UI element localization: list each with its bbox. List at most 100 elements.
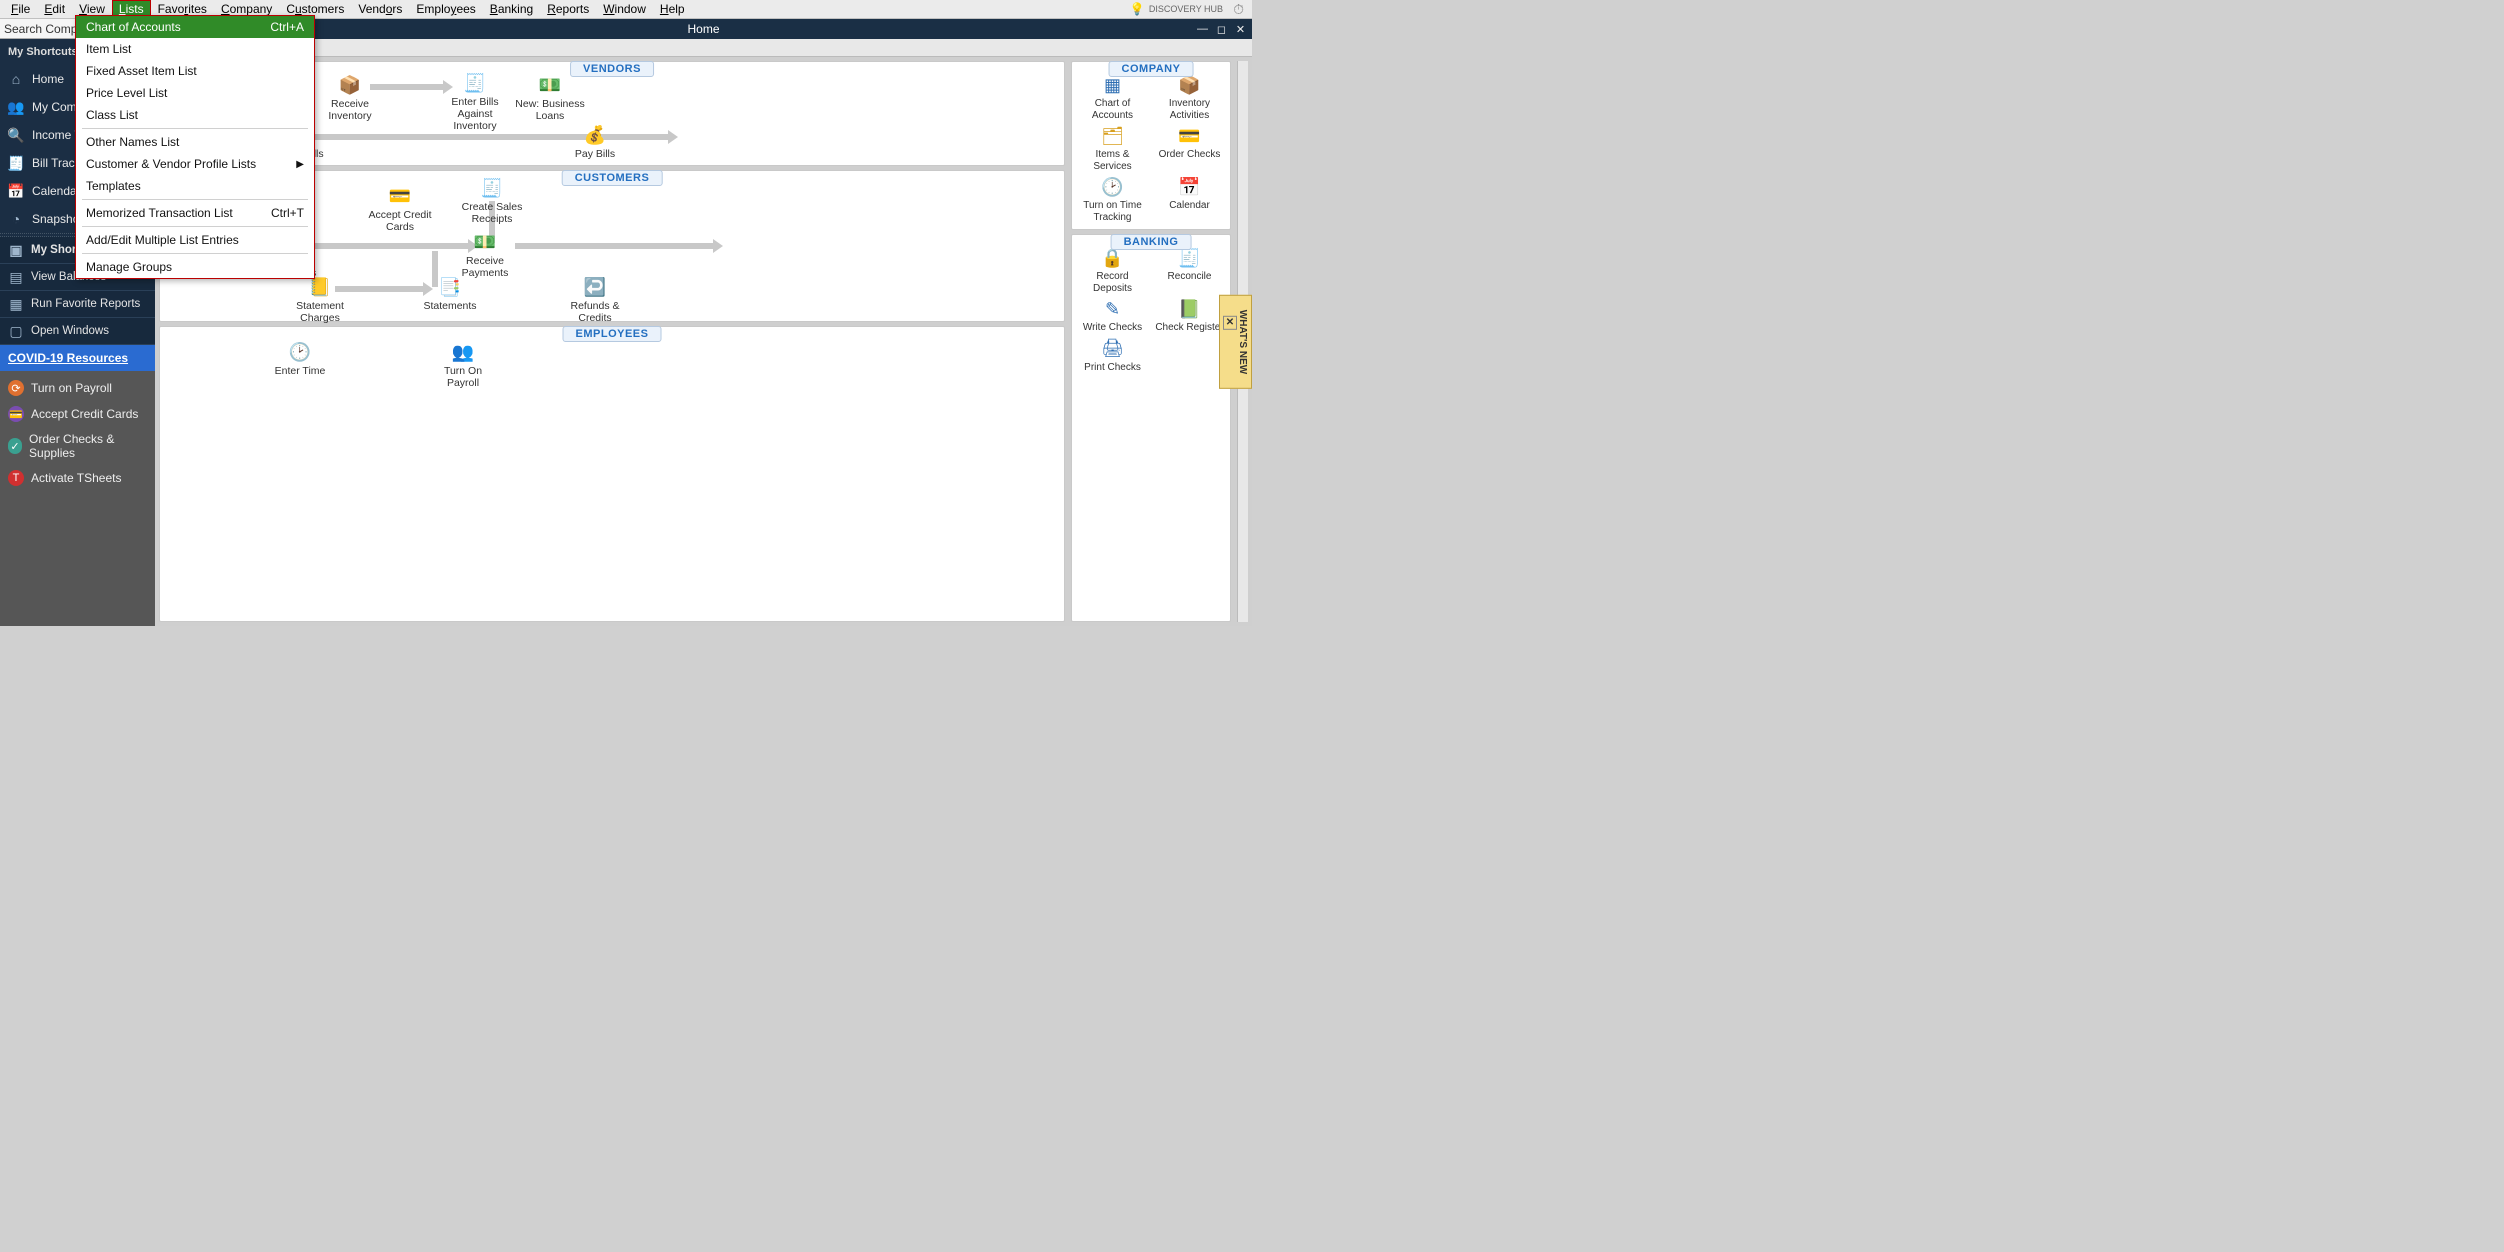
side-item[interactable]: 🕑Turn on Time Tracking — [1076, 176, 1149, 223]
side-item[interactable]: 🧾Reconcile — [1153, 247, 1226, 294]
covid-resources-link[interactable]: COVID-19 Resources — [0, 345, 155, 371]
sidebar-promo-item[interactable]: TActivate TSheets — [0, 465, 155, 491]
side-item[interactable]: ✎Write Checks — [1076, 298, 1149, 334]
sidebar-panel-item[interactable]: ▢ Open Windows — [0, 318, 155, 345]
side-item[interactable]: 🔒Record Deposits — [1076, 247, 1149, 294]
dropdown-item[interactable]: Memorized Transaction ListCtrl+T — [76, 202, 314, 224]
sidebar-icon: ⌂ — [8, 71, 24, 87]
sidebar-promo-item[interactable]: 💳Accept Credit Cards — [0, 401, 155, 427]
minimize-button[interactable]: — — [1195, 23, 1210, 36]
enter-bills-against-inventory-button[interactable]: 🧾Enter Bills Against Inventory — [440, 72, 510, 132]
side-item[interactable]: 📗Check Register — [1153, 298, 1226, 334]
menu-banking[interactable]: Banking — [483, 0, 540, 18]
pay-icon: 💰 — [582, 124, 608, 146]
close-button[interactable]: ✕ — [1233, 23, 1248, 36]
sidebar-panel-label: Run Favorite Reports — [31, 298, 140, 310]
dropdown-item[interactable]: Add/Edit Multiple List Entries — [76, 229, 314, 251]
statement-charges-button[interactable]: 📒Statement Charges — [285, 276, 355, 324]
dropdown-item[interactable]: Item List — [76, 38, 314, 60]
discovery-hub-button[interactable]: 💡 DISCOVERY HUB — [1124, 2, 1229, 16]
side-item-icon: 🕑 — [1100, 176, 1126, 198]
arrow-icon — [515, 243, 715, 249]
side-item-icon: 🔒 — [1100, 247, 1126, 269]
create-sales-receipts-button[interactable]: 🧾Create Sales Receipts — [457, 177, 527, 225]
menu-help[interactable]: Help — [653, 0, 692, 18]
side-item[interactable]: ▦Chart of Accounts — [1076, 74, 1149, 121]
promo-icon: ⟳ — [8, 380, 24, 396]
tab-strip — [155, 39, 1252, 57]
dropdown-item[interactable]: Other Names List — [76, 131, 314, 153]
side-item[interactable]: 📅Calendar — [1153, 176, 1226, 223]
dropdown-item[interactable]: Manage Groups — [76, 256, 314, 278]
sidebar-promo-item[interactable]: ✓Order Checks & Supplies — [0, 427, 155, 465]
side-item[interactable]: 🖨Print Checks — [1076, 338, 1149, 374]
dropdown-item[interactable]: Fixed Asset Item List — [76, 60, 314, 82]
whats-new-close-button[interactable]: ✕ — [1223, 315, 1237, 329]
dropdown-item[interactable]: Class List — [76, 104, 314, 126]
side-item[interactable]: 💳 Order Checks — [1153, 125, 1226, 172]
whats-new-tab[interactable]: WHAT'S NEW ✕ — [1219, 294, 1252, 388]
sidebar-panel-item[interactable]: ▦ Run Favorite Reports — [0, 291, 155, 318]
sidebar-icon: 👥 — [8, 99, 24, 115]
company-panel: COMPANY ▦Chart of Accounts📦Inventory Act… — [1071, 61, 1231, 230]
dropdown-item[interactable]: Price Level List — [76, 82, 314, 104]
sidebar-panel-icon: ▦ — [8, 296, 24, 312]
ledger-icon: 📒 — [307, 276, 333, 298]
credit-card-icon: 💳 — [387, 185, 413, 207]
promo-icon: ✓ — [8, 438, 22, 454]
banking-panel: BANKING 🔒Record Deposits🧾Reconcile✎Write… — [1071, 234, 1231, 622]
pay-bills-button[interactable]: 💰Pay Bills — [560, 124, 630, 160]
sidebar-panel-label: Open Windows — [31, 325, 109, 337]
side-item-icon: 💳 — [1177, 125, 1203, 147]
lists-dropdown: Chart of AccountsCtrl+AItem ListFixed As… — [75, 15, 315, 279]
side-item-label: Record Deposits — [1076, 271, 1149, 294]
sidebar-promo-label: Accept Credit Cards — [31, 407, 138, 421]
refund-icon: ↩️ — [582, 276, 608, 298]
reminder-clock-icon[interactable]: ⏱ — [1229, 1, 1248, 18]
customers-label: CUSTOMERS — [562, 170, 663, 186]
menu-window[interactable]: Window — [596, 0, 653, 18]
employees-panel: EMPLOYEES 🕑Enter Time 👥Turn On Payroll — [159, 326, 1065, 622]
side-item-icon: 🖨 — [1100, 338, 1126, 360]
menubar: File Edit View Lists Favorites Company C… — [0, 0, 1252, 19]
side-item-icon: 📅 — [1177, 176, 1203, 198]
menu-employees[interactable]: Employees — [409, 0, 482, 18]
side-item-icon: 📦 — [1177, 74, 1203, 96]
menu-reports[interactable]: Reports — [540, 0, 596, 18]
side-item-label: Reconcile — [1168, 271, 1212, 283]
dropdown-item[interactable]: Chart of AccountsCtrl+A — [76, 16, 314, 38]
side-item[interactable]: 📦Inventory Activities — [1153, 74, 1226, 121]
dropdown-item[interactable]: Templates — [76, 175, 314, 197]
enter-time-button[interactable]: 🕑Enter Time — [265, 341, 335, 377]
bill-icon: 🧾 — [462, 72, 488, 94]
side-item-icon: ▦ — [1100, 74, 1126, 96]
side-item-label: Inventory Activities — [1153, 98, 1226, 121]
menu-vendors[interactable]: Vendors — [351, 0, 409, 18]
sidebar-item-label: Calendar — [32, 184, 81, 198]
dropdown-item[interactable]: Customer & Vendor Profile Lists▶ — [76, 153, 314, 175]
receive-payments-button[interactable]: 💵Receive Payments — [450, 231, 520, 279]
company-label: COMPANY — [1109, 61, 1194, 77]
turn-on-payroll-button[interactable]: 👥Turn On Payroll — [428, 341, 498, 389]
lightbulb-icon: 💡 — [1130, 2, 1145, 16]
side-item-label: Order Checks — [1159, 149, 1221, 161]
menu-edit[interactable]: Edit — [37, 0, 72, 18]
sidebar-promo-item[interactable]: ⟳Turn on Payroll — [0, 375, 155, 401]
accept-credit-cards-button[interactable]: 💳Accept Credit Cards — [365, 185, 435, 233]
clock-icon: 🕑 — [287, 341, 313, 363]
sidebar-panel-icon: ▤ — [8, 269, 24, 285]
maximize-button[interactable]: ◻ — [1214, 23, 1229, 36]
side-item-label: Items & Services — [1076, 149, 1149, 172]
new-business-loans-button[interactable]: 💵New: Business Loans — [515, 74, 585, 122]
sidebar-panel-icon: ▢ — [8, 323, 24, 339]
menu-file[interactable]: File — [4, 0, 37, 18]
refunds-credits-button[interactable]: ↩️Refunds & Credits — [560, 276, 630, 324]
side-item[interactable]: 🗂Items & Services — [1076, 125, 1149, 172]
promo-icon: T — [8, 470, 24, 486]
sidebar-icon: 🧾 — [8, 155, 24, 171]
receipt-icon: 🧾 — [479, 177, 505, 199]
statements-button[interactable]: 📑Statements — [415, 276, 485, 312]
receive-inventory-button[interactable]: 📦Receive Inventory — [315, 74, 385, 122]
box-icon: 📦 — [337, 74, 363, 96]
sidebar-icon: 📅 — [8, 183, 24, 199]
